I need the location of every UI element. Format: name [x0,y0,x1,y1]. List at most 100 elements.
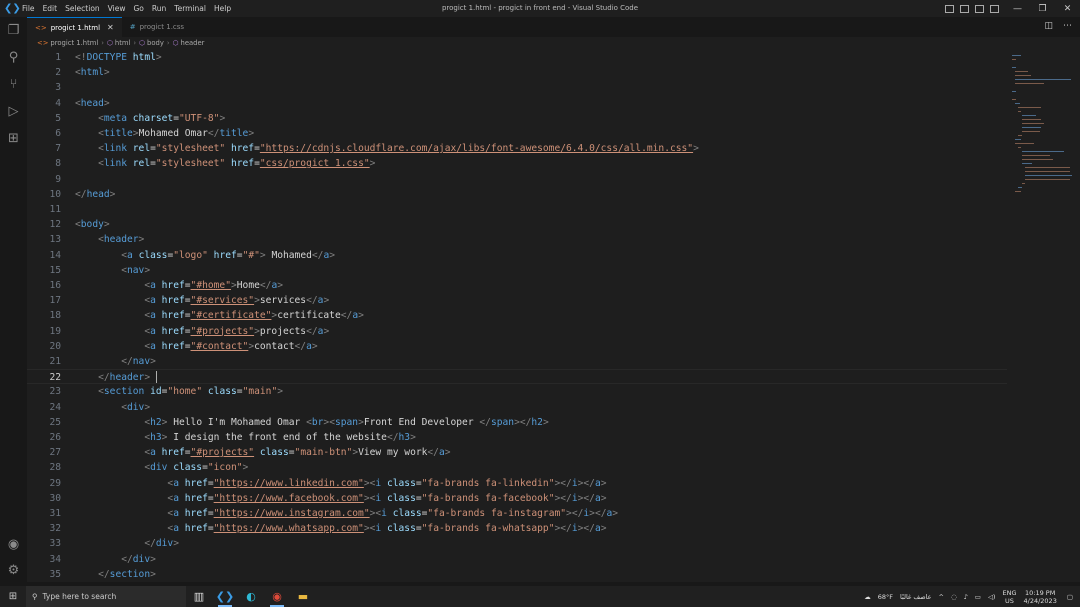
breadcrumb-item[interactable]: header [181,39,205,47]
code-line[interactable]: 29 <a href="https://www.linkedin.com"><i… [27,476,1007,491]
code-line[interactable]: 14 <a class="logo" href="#"> Mohamed</a> [27,248,1007,263]
edge-browser-icon[interactable]: ◐ [238,586,264,607]
toggle-secondary-sidebar-icon[interactable] [975,4,984,13]
windows-start-icon[interactable]: ⊞ [0,591,26,602]
code-line[interactable]: 20 <a href="#contact">contact</a> [27,339,1007,354]
notifications-icon[interactable]: ▢ [1067,593,1073,601]
code-line[interactable]: 18 <a href="#certificate">certificate</a… [27,308,1007,323]
code-text: <link rel="stylesheet" href="css/progict… [98,158,376,170]
minimap[interactable] [1008,49,1072,199]
code-line[interactable]: 34 </div> [27,552,1007,567]
close-tab-icon[interactable]: ✕ [107,23,114,32]
weather-description[interactable]: عاصف غالبًا [900,593,931,601]
explorer-icon[interactable]: ❐ [6,23,21,38]
code-line[interactable]: 24 <div> [27,400,1007,415]
line-number: 29 [49,477,61,489]
accounts-icon[interactable]: ◉ [6,537,21,552]
code-line[interactable]: 25 <h2> Hello I'm Mohamed Omar <br><span… [27,415,1007,430]
code-line[interactable]: 2 <html> [27,65,1007,80]
code-line[interactable]: 26 <h3> I design the front end of the we… [27,430,1007,445]
breadcrumb-item[interactable]: html [115,39,130,47]
minimap-line [1024,175,1072,176]
microphone-icon[interactable]: ♪ [964,593,968,601]
toggle-panel-icon[interactable] [960,4,969,13]
code-line[interactable]: 30 <a href="https://www.facebook.com"><i… [27,491,1007,506]
line-number: 22 [49,372,61,384]
code-line[interactable]: 10 </head> [27,187,1007,202]
minimap-line [1021,127,1041,128]
code-line[interactable]: 32 <a href="https://www.whatsapp.com"><i… [27,521,1007,536]
code-line[interactable]: 27 <a href="#projects" class="main-btn">… [27,445,1007,460]
code-line[interactable]: 1 <!DOCTYPE html> [27,50,1007,65]
close-window-icon[interactable]: ✕ [1055,4,1080,14]
tab-progict-1-html[interactable]: <> progict 1.html ✕ [27,17,122,37]
menu-view[interactable]: View [108,4,126,13]
code-line[interactable]: 19 <a href="#projects">projects</a> [27,324,1007,339]
input-language[interactable]: ENG US [1002,589,1016,605]
menu-file[interactable]: File [22,4,35,13]
code-line[interactable]: 7 <link rel="stylesheet" href="https://c… [27,141,1007,156]
vertical-scrollbar[interactable] [1072,49,1080,582]
chrome-browser-icon[interactable]: ◉ [264,586,290,607]
taskbar-clock[interactable]: 10:19 PM 4/24/2023 [1024,589,1057,605]
taskbar-search-box[interactable]: ⚲ Type here to search [26,586,186,607]
weather-icon[interactable]: ☁ [864,593,871,601]
line-number: 25 [49,416,61,428]
search-icon[interactable]: ⚲ [6,50,21,65]
code-line[interactable]: 22 </header> [27,369,1007,385]
code-editor[interactable]: 1 <!DOCTYPE html> 2 <html> 3 4 <head> 5 <meta c… [27,49,1007,582]
restore-icon[interactable]: ❐ [1030,4,1055,14]
minimize-icon[interactable]: — [1005,4,1030,14]
code-line[interactable]: 16 <a href="#home">Home</a> [27,278,1007,293]
language-code: ENG [1002,588,1017,597]
line-number: 26 [49,432,61,443]
code-line[interactable]: 9 [27,172,1007,187]
menu-help[interactable]: Help [214,4,231,13]
code-line[interactable]: 28 <div class="icon"> [27,460,1007,475]
code-line[interactable]: 12 <body> [27,217,1007,232]
line-number: 33 [49,538,61,550]
menu-terminal[interactable]: Terminal [174,4,206,13]
customize-layout-icon[interactable] [990,4,999,13]
more-actions-icon[interactable]: ⋯ [1063,21,1072,31]
code-line[interactable]: 6 <title>Mohamed Omar</title> [27,126,1007,141]
code-line[interactable]: 35 </section> [27,567,1007,582]
code-line[interactable]: 31 <a href="https://www.instagram.com"><… [27,506,1007,521]
weather-temp[interactable]: 68°F [878,593,893,601]
toggle-primary-sidebar-icon[interactable] [945,4,954,13]
volume-icon[interactable]: ◁) [988,593,996,601]
settings-gear-icon[interactable]: ⚙ [6,563,21,578]
code-line[interactable]: 23 <section id="home" class="main"> [27,384,1007,399]
vscode-taskbar-icon[interactable]: ❮❯ [212,586,238,607]
clock-date: 4/24/2023 [1023,596,1057,605]
file-explorer-icon[interactable]: ▬ [290,586,316,607]
breadcrumb-item[interactable]: progict 1.html [50,39,98,47]
source-control-icon[interactable]: ⑂ [6,77,21,92]
menu-go[interactable]: Go [133,4,143,13]
element-symbol-icon: ⬡ [106,39,113,47]
network-icon[interactable]: ◌ [951,593,957,601]
extensions-icon[interactable]: ⊞ [6,131,21,146]
split-editor-icon[interactable]: ◫ [1044,21,1053,31]
code-text: <meta charset="UTF-8"> [98,112,226,124]
menu-edit[interactable]: Edit [43,4,58,13]
code-line[interactable]: 13 <header> [27,232,1007,247]
menu-selection[interactable]: Selection [65,4,100,13]
show-hidden-icons-icon[interactable]: ^ [939,593,944,601]
tab-progict-1-css[interactable]: # progict 1.css [122,17,192,37]
code-line[interactable]: 21 </nav> [27,354,1007,369]
minimap-line [1018,187,1022,188]
battery-icon[interactable]: ▭ [975,593,981,601]
breadcrumb-item[interactable]: body [147,39,164,47]
code-line[interactable]: 17 <a href="#services">services</a> [27,293,1007,308]
code-line[interactable]: 11 [27,202,1007,217]
task-view-icon[interactable]: ▥ [186,586,212,607]
code-line[interactable]: 4 <head> [27,96,1007,111]
code-line[interactable]: 8 <link rel="stylesheet" href="css/progi… [27,156,1007,171]
code-line[interactable]: 3 [27,80,1007,95]
code-line[interactable]: 33 </div> [27,536,1007,551]
code-line[interactable]: 15 <nav> [27,263,1007,278]
menu-run[interactable]: Run [152,4,166,13]
run-debug-icon[interactable]: ▷ [6,104,21,119]
code-line[interactable]: 5 <meta charset="UTF-8"> [27,111,1007,126]
